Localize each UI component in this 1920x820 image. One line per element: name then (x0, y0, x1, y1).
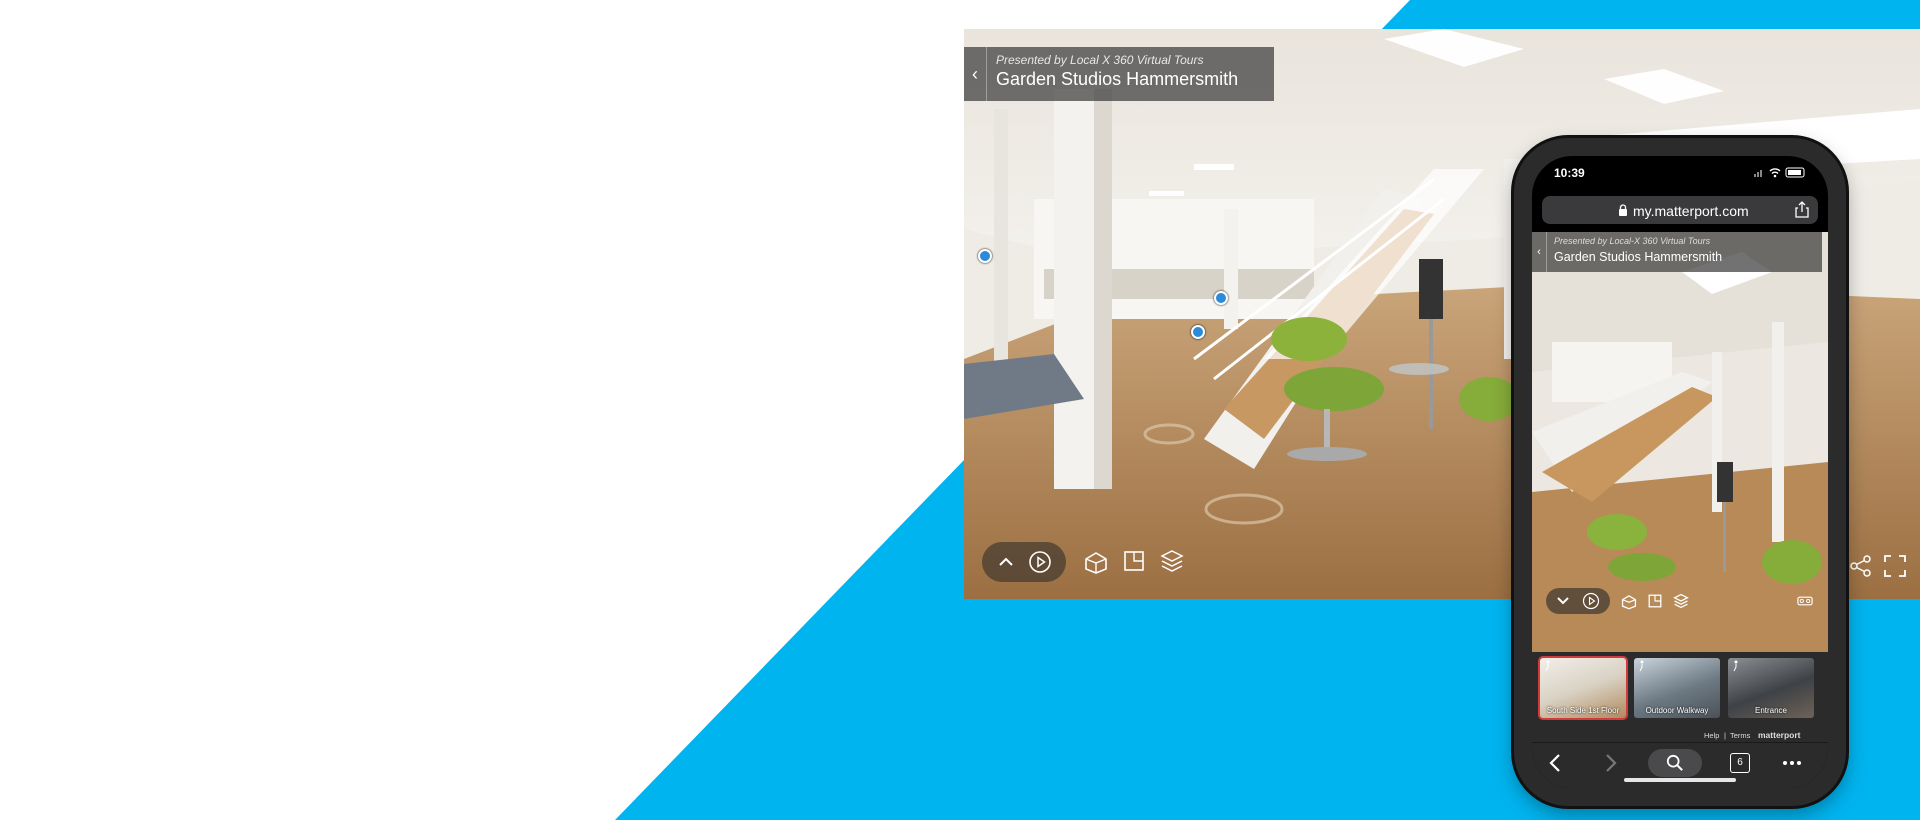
share-icon[interactable] (1794, 201, 1810, 219)
tour-control-pill (982, 542, 1066, 582)
phone-mockup: 10:39 my.matterport.com ‹ Presented by L… (1514, 138, 1846, 806)
mobile-footer: Help | Terms matterport (1532, 728, 1828, 742)
url-bar[interactable]: my.matterport.com (1542, 196, 1818, 224)
phone-screen: 10:39 my.matterport.com ‹ Presented by L… (1532, 156, 1828, 788)
home-indicator (1624, 778, 1736, 782)
highlight-thumbnail[interactable]: Outdoor Walkway (1634, 658, 1720, 718)
status-time: 10:39 (1554, 166, 1585, 180)
share-icon[interactable] (1848, 553, 1874, 579)
play-icon[interactable] (1028, 550, 1052, 574)
highlight-thumbnail[interactable]: Entrance (1728, 658, 1814, 718)
highlight-label: Outdoor Walkway (1645, 706, 1709, 715)
dollhouse-icon[interactable] (1082, 547, 1110, 575)
floorplan-icon[interactable] (1646, 592, 1664, 610)
matterport-logo[interactable]: matterport (1758, 730, 1801, 740)
play-icon[interactable] (1582, 592, 1600, 610)
highlight-label: South Side 1st Floor (1546, 706, 1620, 715)
mobile-tour-title-panel: ‹ Presented by Local-X 360 Virtual Tours… (1532, 232, 1822, 272)
floors-icon[interactable] (1158, 547, 1186, 575)
tour-hotspot[interactable] (978, 249, 992, 263)
phone-notch (1600, 156, 1760, 184)
back-chevron-icon[interactable]: ‹ (1532, 232, 1547, 272)
more-icon[interactable] (1780, 751, 1804, 775)
floors-icon[interactable] (1672, 592, 1690, 610)
tour-title: Garden Studios Hammersmith (1554, 250, 1723, 264)
forward-icon[interactable] (1602, 751, 1620, 775)
floorplan-icon[interactable] (1120, 547, 1148, 575)
fullscreen-icon[interactable] (1882, 553, 1908, 579)
help-link[interactable]: Help (1704, 731, 1719, 740)
chevron-down-icon[interactable] (1554, 592, 1572, 610)
tour-hotspot[interactable] (1191, 325, 1205, 339)
footer-separator: | (1724, 731, 1726, 740)
tabs-count: 6 (1737, 757, 1743, 768)
lock-icon (1619, 204, 1627, 216)
tour-title-panel: ‹ Presented by Local X 360 Virtual Tours… (964, 47, 1274, 101)
tour-hotspot[interactable] (1214, 291, 1228, 305)
search-button[interactable] (1648, 749, 1702, 777)
chevron-up-icon[interactable] (994, 550, 1018, 574)
mobile-control-pill (1546, 588, 1610, 614)
search-icon (1666, 754, 1683, 771)
walk-icon (1639, 660, 1644, 672)
tabs-button[interactable]: 6 (1730, 753, 1750, 773)
mobile-tour-viewer[interactable]: ‹ Presented by Local-X 360 Virtual Tours… (1532, 232, 1828, 652)
url-text: my.matterport.com (1633, 203, 1749, 219)
walk-icon (1545, 660, 1550, 672)
back-icon[interactable] (1546, 751, 1564, 775)
dollhouse-icon[interactable] (1620, 592, 1638, 610)
walk-icon (1733, 660, 1738, 672)
tour-title: Garden Studios Hammersmith (996, 69, 1239, 89)
presented-by-text: Presented by Local X 360 Virtual Tours (996, 53, 1204, 67)
back-chevron-icon[interactable]: ‹ (964, 47, 987, 101)
presented-by-text: Presented by Local-X 360 Virtual Tours (1554, 236, 1711, 246)
highlight-reel: South Side 1st Floor Outdoor Walkway Ent… (1532, 652, 1828, 728)
status-icons (1754, 167, 1805, 178)
terms-link[interactable]: Terms (1730, 731, 1750, 740)
vr-icon[interactable] (1796, 592, 1814, 610)
highlight-label: Entrance (1754, 706, 1788, 715)
highlight-thumbnail[interactable]: South Side 1st Floor (1540, 658, 1626, 718)
